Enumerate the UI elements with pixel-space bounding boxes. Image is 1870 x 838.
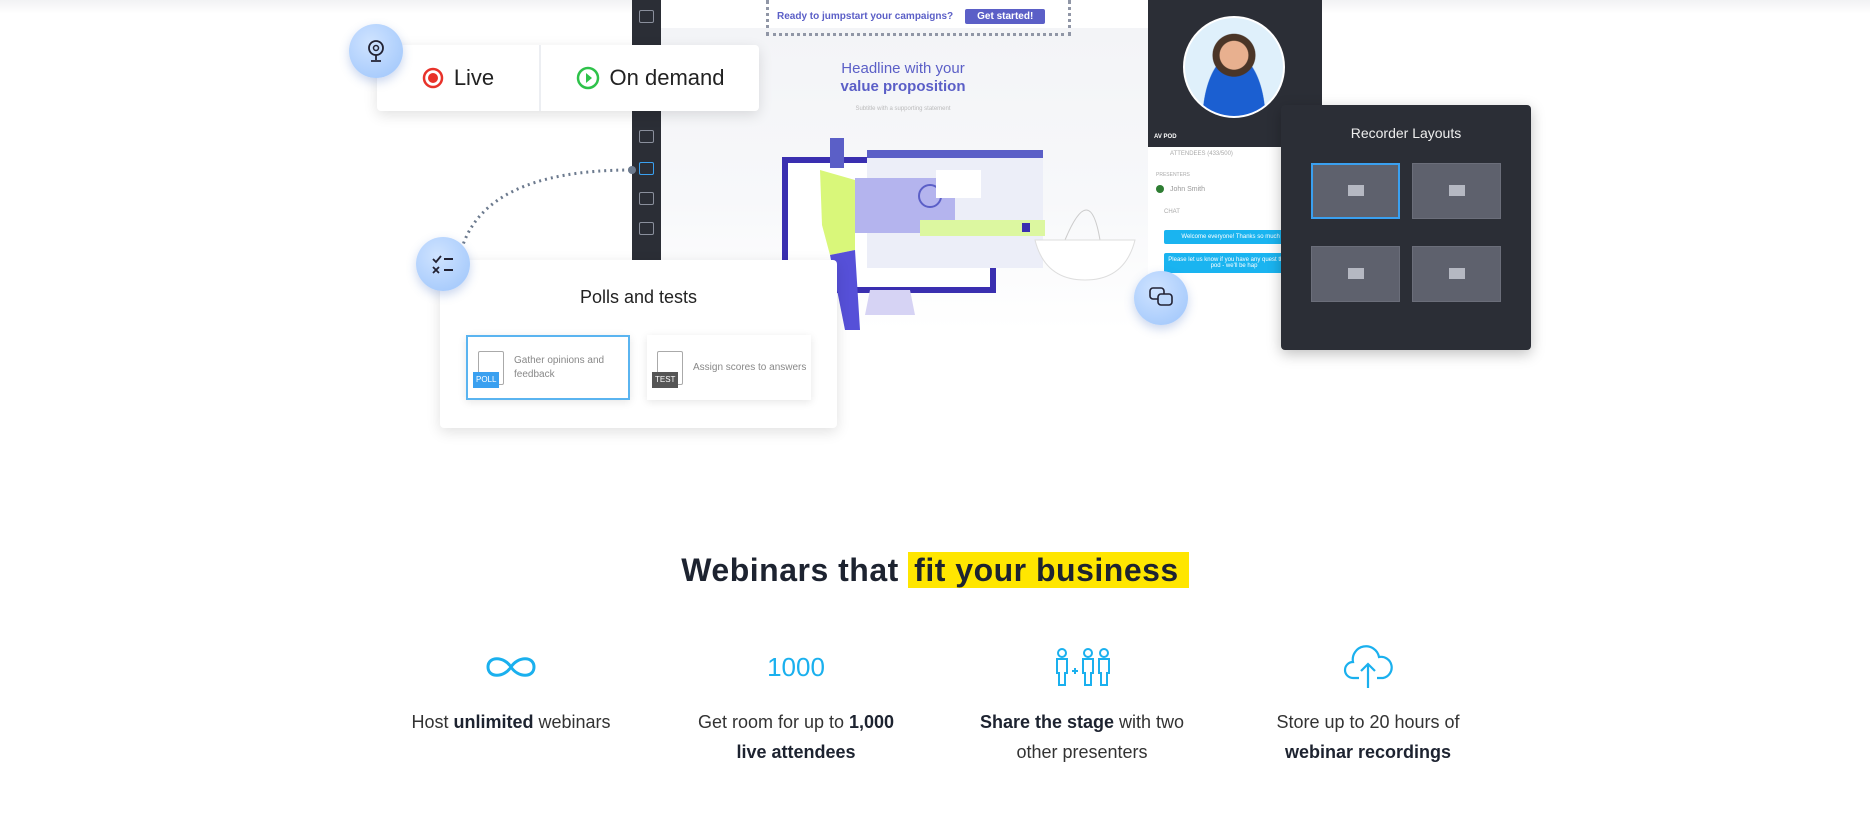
poll-description: Gather opinions and feedback — [514, 354, 605, 380]
feature-text: Host — [411, 712, 454, 732]
video-icon — [639, 10, 654, 23]
on-demand-label: On demand — [609, 65, 725, 90]
poll-badge: POLL — [473, 371, 500, 388]
poll-document-icon: POLL — [473, 350, 504, 388]
play-icon — [639, 130, 654, 143]
feature-text: webinar recordings — [1284, 742, 1452, 762]
polls-and-tests-card: Polls and tests POLL Gather opinions and… — [440, 260, 837, 428]
cta-banner: Ready to jumpstart your campaigns? Get s… — [766, 0, 1071, 36]
polls-title: Polls and tests — [579, 287, 698, 307]
feature-text: live attendees — [736, 742, 856, 762]
feature-text: Share the stage — [979, 712, 1115, 732]
presenter-avatar — [1183, 16, 1285, 118]
checklist-icon — [416, 237, 470, 291]
badge-icon — [639, 222, 654, 235]
feature-text: unlimited — [453, 712, 534, 732]
feature-presenters: Share the stage with two other presenters — [962, 645, 1202, 767]
headline-line1: Headline with your — [841, 60, 965, 77]
screen-icon — [1448, 268, 1465, 279]
infinity-icon — [486, 657, 536, 677]
presenter-name: John Smith — [1170, 185, 1206, 193]
heading-plain: Webinars that — [681, 552, 899, 588]
poll-icon — [639, 162, 654, 175]
connector-dotted-line — [458, 166, 636, 256]
broadcast-mode-card: Live On demand — [377, 45, 759, 111]
cloud-upload-icon — [1343, 645, 1393, 688]
test-document-icon: TEST — [652, 350, 683, 388]
mock-headline: Headline with your value proposition Sub… — [803, 60, 1003, 118]
get-started-button[interactable]: Get started! — [965, 9, 1046, 24]
layout-option[interactable] — [1311, 163, 1400, 219]
test-description: Assign scores to answers — [693, 361, 807, 373]
screen-icon — [1347, 185, 1364, 196]
feature-attendees: 1000 Get room for up to 1,000 live attend… — [676, 645, 916, 767]
test-option[interactable]: TEST Assign scores to answers — [647, 335, 811, 400]
presenter-row: John Smith — [1156, 185, 1205, 193]
feature-text: 1,000 — [849, 712, 895, 732]
record-icon — [422, 67, 444, 89]
feature-text: other presenters — [1016, 742, 1148, 762]
megaphone-icon — [639, 192, 654, 205]
recorder-title: Recorder Layouts — [1350, 125, 1462, 141]
layout-option[interactable] — [1311, 246, 1400, 302]
attendee-count-icon: 1000 — [767, 651, 825, 682]
banner-text: Ready to jumpstart your campaigns? — [777, 11, 954, 22]
feature-text: Store up to 20 hours of — [1276, 712, 1460, 732]
presenters-icon — [1056, 648, 1110, 686]
play-circle-icon — [576, 66, 599, 90]
heading-highlight: fit your business — [908, 552, 1189, 588]
section-heading: Webinars that fit your business — [0, 552, 1870, 589]
feature-text: with two — [1114, 712, 1185, 732]
recorder-layouts-panel: Recorder Layouts — [1281, 105, 1531, 350]
feature-unlimited: Host unlimited webinars — [391, 645, 631, 737]
chat-label: CHAT — [1164, 209, 1180, 215]
layout-option[interactable] — [1412, 246, 1501, 302]
poll-option[interactable]: POLL Gather opinions and feedback — [466, 335, 630, 400]
on-demand-option[interactable]: On demand — [541, 45, 759, 111]
headline-subtitle: Subtitle with a supporting statement — [855, 106, 951, 112]
status-dot — [1156, 185, 1164, 193]
live-label: Live — [453, 65, 495, 90]
feature-text: Get room for up to — [697, 712, 850, 732]
layout-option[interactable] — [1412, 163, 1501, 219]
headline-line2: value proposition — [840, 78, 966, 95]
feature-text: webinars — [533, 712, 611, 732]
webcam-icon — [349, 24, 403, 78]
screen-icon — [1347, 268, 1364, 279]
av-pod-label: AV POD — [1154, 134, 1177, 140]
attendee-count: ATTENDEES (433/500) — [1170, 151, 1233, 157]
chat-bubbles-icon — [1134, 271, 1188, 325]
presenters-label: PRESENTERS — [1156, 172, 1190, 178]
test-badge: TEST — [652, 371, 679, 388]
feature-recordings: Store up to 20 hours of webinar recording… — [1248, 645, 1488, 767]
screen-icon — [1448, 185, 1465, 196]
